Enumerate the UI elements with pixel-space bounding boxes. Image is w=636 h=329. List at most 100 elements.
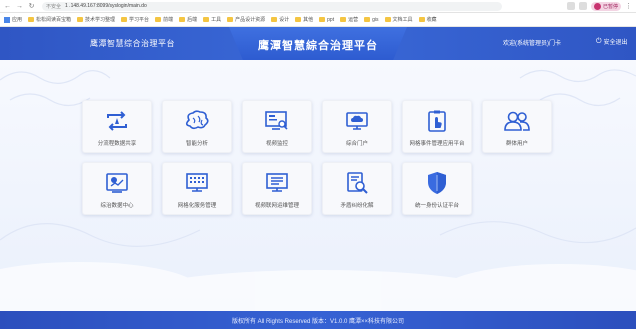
bookmark-item[interactable]: 设计: [271, 16, 289, 23]
tile-group-users[interactable]: 群体用户: [482, 100, 552, 153]
back-icon[interactable]: ←: [3, 2, 12, 11]
reload-icon[interactable]: ↻: [27, 2, 36, 11]
power-icon: ⏻: [596, 37, 602, 45]
url-text[interactable]: 1 .148.49.167:8099/syslogin/main.do: [65, 3, 147, 9]
tile-data-sharing[interactable]: 分流程数据共享: [82, 100, 152, 153]
folder-icon: [340, 17, 347, 22]
bookmark-item[interactable]: gis: [364, 16, 379, 23]
exchange-icon: [102, 108, 132, 134]
touch-clipboard-icon: [422, 108, 452, 134]
profile-label: 已暂停: [602, 3, 618, 10]
bookmark-label: 工具: [211, 17, 222, 23]
tile-dispute-resolution[interactable]: 矛盾纠纷化解: [322, 162, 392, 215]
users-icon: [502, 108, 532, 134]
url-field[interactable]: 不安全 1 .148.49.167:8099/syslogin/main.do: [42, 1, 502, 11]
user-info: 欢迎(系统管理员)门卡: [503, 41, 561, 47]
tile-label: 综治数据中心: [100, 203, 134, 209]
folder-icon: [295, 17, 302, 22]
brain-icon: [182, 108, 212, 134]
tile-label: 网格事件管理应用平台: [409, 141, 465, 147]
bookmark-label: 技术学习整理: [85, 17, 116, 23]
bookmark-item[interactable]: 运营: [340, 16, 358, 23]
main-area: 分流程数据共享 智能分析 视频监控 综合门户 网格事件管理应用平台 群体用户 综…: [0, 60, 636, 311]
bookmark-item[interactable]: 前端: [155, 16, 173, 23]
tile-label: 群体用户: [505, 141, 528, 147]
tile-label: 视频监控: [265, 141, 288, 147]
bookmark-label: 收藏: [426, 17, 437, 23]
folder-icon: [28, 17, 35, 22]
bookmark-label: 运营: [348, 17, 359, 23]
tile-grid-service[interactable]: 网格化服务管理: [162, 162, 232, 215]
page-title: 鹰潭智慧綜合治理平台: [258, 40, 378, 52]
bookmark-item[interactable]: 技术学习整理: [77, 16, 115, 23]
tile-video-monitor[interactable]: 视频监控: [242, 100, 312, 153]
bookmark-item[interactable]: 学习平台: [121, 16, 149, 23]
bookmark-item[interactable]: 工具: [203, 16, 221, 23]
bookmark-item[interactable]: 应用: [4, 16, 22, 23]
tile-data-center[interactable]: 综治数据中心: [82, 162, 152, 215]
bookmarks-bar: 应用 松松阅读百宝箱 技术学习整理 学习平台 前端 后端 工具 产品设计资源 设计 其他 ppt 运营…: [0, 13, 636, 27]
folder-icon: [121, 17, 128, 22]
cloud-screen-icon: [342, 108, 372, 134]
folder-icon: [155, 17, 162, 22]
avatar: [593, 2, 601, 10]
bookmark-item[interactable]: 松松阅读百宝箱: [28, 16, 71, 23]
bookmark-label: 学习平台: [129, 17, 150, 23]
tile-identity-auth[interactable]: 统一身份认证平台: [402, 162, 472, 215]
footer: 版权所有 All Rights Reserved 版本：V1.0.0 鹰潭××科…: [0, 311, 636, 329]
folder-icon: [203, 17, 210, 22]
folder-icon: [227, 17, 234, 22]
system-title: 鹰潭智慧综合治理平台: [90, 39, 175, 48]
folder-icon: [384, 17, 391, 22]
menu-icon[interactable]: ⋮: [625, 2, 632, 10]
shield-icon: [422, 170, 452, 196]
tile-label: 统一身份认证平台: [414, 203, 459, 209]
folder-icon: [271, 17, 278, 22]
bookmark-item[interactable]: 收藏: [418, 16, 437, 23]
tile-label: 智能分析: [185, 141, 208, 147]
tile-label: 综合门户: [345, 141, 368, 147]
doc-search-icon: [342, 170, 372, 196]
copyright-text: 版权所有 All Rights Reserved 版本：V1.0.0 鹰潭××科…: [231, 318, 405, 325]
forward-icon[interactable]: →: [15, 2, 24, 11]
bookmark-item[interactable]: 文档工具: [384, 16, 413, 23]
tile-label: 矛盾纠纷化解: [340, 203, 374, 209]
profile-button[interactable]: 已暂停: [590, 1, 621, 11]
bookmark-label: 其他: [303, 17, 314, 23]
monitor-search-icon: [262, 108, 292, 134]
folder-icon: [364, 17, 371, 22]
bookmark-label: 前端: [163, 17, 174, 23]
folder-icon: [418, 17, 425, 22]
bookmark-label: 松松阅读百宝箱: [36, 17, 72, 23]
extension-icon[interactable]: [578, 2, 587, 10]
bookmark-label: ppt: [327, 16, 335, 23]
folder-icon: [319, 17, 326, 22]
browser-address-bar: ← → ↻ 不安全 1 .148.49.167:8099/syslogin/ma…: [0, 0, 636, 13]
logout-label: 安全退出: [603, 40, 628, 46]
bookmark-label: 应用: [12, 17, 23, 23]
bookmark-item[interactable]: ppt: [319, 17, 334, 23]
bookmark-label: 后端: [187, 17, 198, 23]
tile-intelligent-analysis[interactable]: 智能分析: [162, 100, 232, 153]
bookmark-label: gis: [372, 16, 379, 23]
bookmark-item[interactable]: 产品设计资源: [227, 16, 265, 23]
bookmark-item[interactable]: 其他: [295, 16, 313, 23]
bookmark-label: 文档工具: [392, 17, 413, 23]
grid-screen-icon: [182, 170, 212, 196]
bookmark-item[interactable]: 后端: [179, 16, 197, 23]
data-analysis-icon: [102, 170, 132, 196]
app-header: 鹰潭智慧综合治理平台 鹰潭智慧綜合治理平台 欢迎(系统管理员)门卡 ⏻ 安全退出: [0, 27, 636, 61]
tile-video-ops[interactable]: 视频联网运维管理: [242, 162, 312, 215]
security-indicator[interactable]: 不安全: [46, 3, 61, 10]
tile-grid-events[interactable]: 网格事件管理应用平台: [402, 100, 472, 153]
tile-portal[interactable]: 综合门户: [322, 100, 392, 153]
extension-icon[interactable]: [566, 2, 575, 10]
tile-label: 分流程数据共享: [97, 141, 137, 147]
tile-label: 网格化服务管理: [177, 203, 217, 209]
video-list-icon: [262, 170, 292, 196]
tile-label: 视频联网运维管理: [254, 203, 299, 209]
bookmark-label: 产品设计资源: [235, 17, 266, 23]
bookmark-label: 设计: [279, 17, 290, 23]
logout-button[interactable]: ⏻ 安全退出: [596, 37, 628, 47]
apps-icon: [4, 16, 10, 23]
